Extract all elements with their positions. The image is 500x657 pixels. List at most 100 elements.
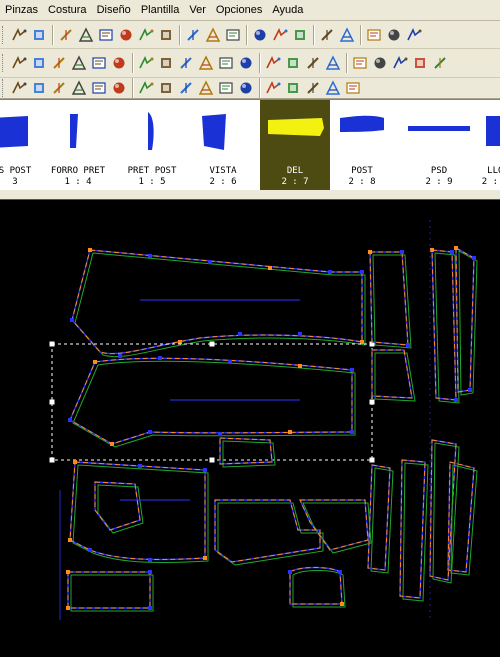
menu-item[interactable]: Ver: [184, 0, 211, 20]
chart-icon[interactable]: [272, 27, 288, 43]
delete-icon[interactable]: [432, 55, 448, 71]
cursor-icon[interactable]: [412, 55, 428, 71]
triangle-drop-icon[interactable]: [225, 27, 241, 43]
piece-strip: S POST 3 FORRO PRET 1 : 4 PRET POST 1 : …: [0, 99, 500, 191]
label-piece-outline: [67, 571, 151, 609]
rotate-icon[interactable]: [11, 55, 27, 71]
piece-name: PRET POST: [127, 166, 177, 176]
mirror-icon[interactable]: [158, 55, 174, 71]
small-point: [340, 602, 344, 606]
tilt-icon[interactable]: [118, 27, 134, 43]
table-icon[interactable]: [205, 26, 221, 43]
mark-icon[interactable]: [198, 80, 214, 96]
move-icon[interactable]: [265, 55, 281, 71]
line-tool-icon[interactable]: [339, 26, 355, 43]
pattern-piece-thumb[interactable]: PRET POST 1 : 5: [118, 100, 186, 190]
pocket-point: [138, 464, 142, 468]
pointer-icon[interactable]: [11, 27, 27, 43]
front-leg-point: [148, 254, 152, 258]
pattern-piece-thumb[interactable]: DEL 2 : 7: [260, 100, 330, 190]
cut-icon[interactable]: [91, 55, 107, 71]
toolbar-grip[interactable]: [2, 79, 6, 97]
text-rotate-icon[interactable]: [386, 27, 402, 43]
selection-handle: [209, 457, 215, 463]
ruler-icon[interactable]: [238, 80, 254, 96]
piece-icon[interactable]: [11, 80, 27, 96]
clip-icon[interactable]: [352, 55, 368, 71]
measure-icon[interactable]: [158, 27, 174, 43]
angle-cut-icon[interactable]: [98, 27, 114, 43]
help-pointer-icon[interactable]: [31, 27, 47, 43]
pocket-piece-outline: [69, 461, 206, 561]
pattern-workspace[interactable]: [0, 200, 500, 652]
paste-icon[interactable]: [325, 55, 341, 71]
piece-list-icon[interactable]: [111, 80, 127, 96]
pattern-piece-thumb[interactable]: FORRO PRET 1 : 4: [40, 100, 116, 190]
menu-item[interactable]: Plantilla: [136, 0, 185, 20]
pattern-piece-thumb[interactable]: LLON 2 : 10: [478, 100, 500, 190]
toolbar-separator: [132, 53, 133, 73]
angle-icon[interactable]: [78, 26, 94, 43]
tag-icon[interactable]: [325, 80, 341, 96]
pattern-canvas[interactable]: [0, 200, 500, 652]
piece-count: 2 : 6: [209, 177, 237, 187]
menu-item[interactable]: Ayuda: [267, 0, 308, 20]
save-icon[interactable]: [238, 55, 254, 71]
piece-name: PSD: [430, 166, 448, 176]
grid-icon[interactable]: [185, 27, 201, 43]
toolbar-grip[interactable]: [2, 25, 6, 44]
hand-icon[interactable]: [31, 55, 47, 71]
back-leg-point: [228, 360, 232, 364]
grade-icon[interactable]: [138, 55, 154, 71]
wrench-icon[interactable]: [292, 27, 308, 43]
shape-icon[interactable]: [51, 55, 67, 71]
scissors-icon[interactable]: [392, 55, 408, 71]
notch-icon[interactable]: [138, 80, 154, 96]
flag-icon[interactable]: [198, 55, 214, 71]
fold-icon[interactable]: [178, 55, 194, 71]
anchor-icon[interactable]: [265, 80, 281, 96]
toolbar-grip[interactable]: [2, 54, 6, 72]
gear-icon[interactable]: [305, 80, 321, 96]
eraser-icon[interactable]: [58, 27, 74, 43]
text-icon[interactable]: [366, 27, 382, 43]
piece-thumbnail: [486, 116, 500, 146]
copy-icon[interactable]: [305, 55, 321, 71]
selection-handle: [49, 457, 55, 463]
piece-copy-icon[interactable]: [31, 80, 47, 96]
grid-align-icon[interactable]: [285, 80, 301, 96]
picture-icon[interactable]: [406, 27, 422, 43]
pocket-point: [203, 556, 207, 560]
menu-item[interactable]: Diseño: [92, 0, 136, 20]
pattern-piece-thumb[interactable]: VISTA 2 : 6: [188, 100, 258, 190]
curve-icon[interactable]: [71, 55, 87, 71]
menu-item[interactable]: Opciones: [211, 0, 267, 20]
print-icon[interactable]: [218, 55, 234, 71]
front-leg-point: [238, 332, 242, 336]
back-leg-point: [68, 418, 72, 422]
menu-item[interactable]: Pinzas: [0, 0, 43, 20]
waistband-strip-3-seam: [458, 250, 478, 396]
pocket-point: [203, 468, 207, 472]
strip-point: [450, 250, 454, 254]
balance-icon[interactable]: [138, 27, 154, 43]
pattern-piece-thumb[interactable]: PSD 2 : 9: [400, 100, 478, 190]
piece-join-icon[interactable]: [91, 80, 107, 96]
flip-icon[interactable]: [285, 55, 301, 71]
align-icon[interactable]: [178, 80, 194, 96]
pen-icon[interactable]: [345, 80, 361, 96]
measure-point-icon[interactable]: [111, 55, 127, 71]
add-point-icon[interactable]: [158, 80, 174, 96]
piece-count: 1 : 5: [138, 177, 166, 187]
pattern-piece-thumb[interactable]: POST 2 : 8: [332, 100, 392, 190]
symbol-icon[interactable]: [252, 27, 268, 43]
menu-item[interactable]: Costura: [43, 0, 92, 20]
piece-new-icon[interactable]: [51, 80, 67, 96]
strip-point: [454, 398, 458, 402]
pattern-piece-thumb[interactable]: S POST 3: [0, 100, 40, 190]
piece-split-icon[interactable]: [71, 80, 87, 96]
piece-count: 2 : 7: [281, 177, 309, 187]
globe-icon[interactable]: [319, 27, 335, 43]
brush-icon[interactable]: [372, 55, 388, 71]
pencil-icon[interactable]: [218, 80, 234, 96]
